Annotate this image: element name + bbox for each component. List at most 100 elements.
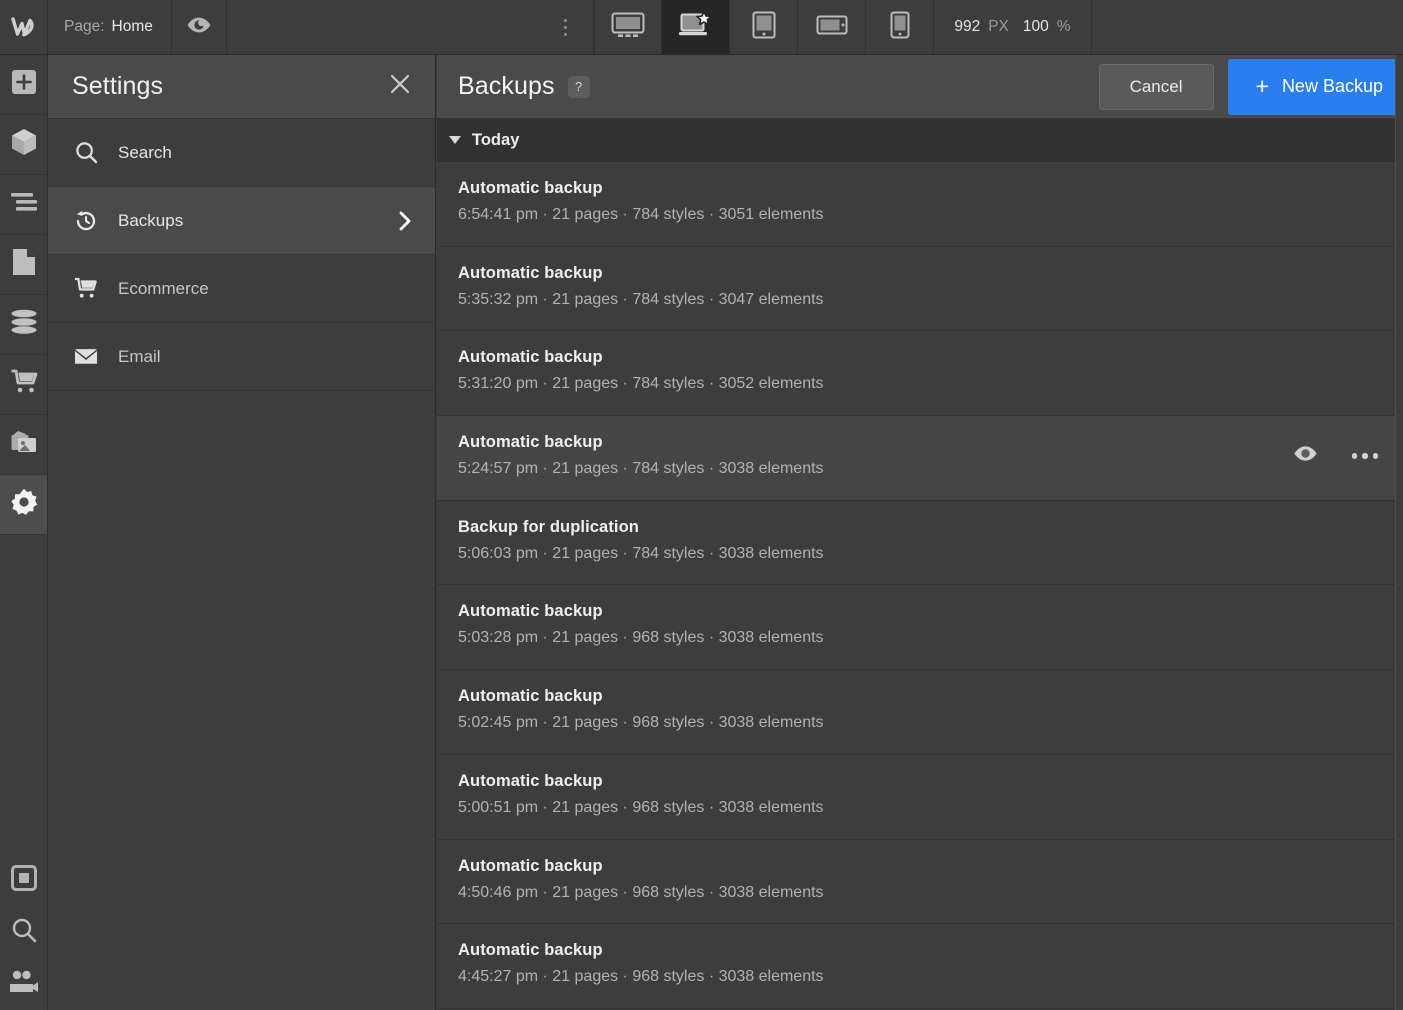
sidebar-item-label: Search	[118, 143, 415, 163]
cancel-button[interactable]: Cancel	[1099, 64, 1214, 110]
rail-item-pages[interactable]	[0, 235, 47, 295]
backup-item-text: Automatic backup 6:54:41 pm · 21 pages ·…	[458, 179, 1403, 224]
breakpoint-tablet-landscape[interactable]	[798, 0, 866, 54]
breakpoint-tablet-portrait[interactable]	[730, 0, 798, 54]
sidebar-item-label: Email	[118, 347, 415, 367]
rail-item-settings[interactable]	[0, 475, 47, 535]
sidebar-item-label: Ecommerce	[118, 279, 415, 299]
backup-meta: 4:50:46 pm · 21 pages · 968 styles · 303…	[458, 884, 1403, 902]
ellipsis-icon	[1352, 453, 1379, 459]
magnifier-icon	[11, 917, 37, 948]
backup-group-label: Today	[472, 131, 519, 150]
shopping-cart-icon	[10, 369, 38, 400]
page-indicator[interactable]: Page: Home	[48, 0, 172, 54]
page-title: Settings	[72, 72, 385, 101]
preview-backup-button[interactable]	[1293, 444, 1317, 468]
eye-icon	[186, 16, 212, 39]
backups-list[interactable]: Automatic backup 6:54:41 pm · 21 pages ·…	[437, 162, 1403, 1010]
backup-name: Automatic backup	[458, 179, 1403, 198]
breakpoint-laptop[interactable]	[662, 0, 730, 54]
rail-item-collaborators[interactable]	[0, 958, 47, 1010]
backup-list-item[interactable]: Automatic backup 6:54:41 pm · 21 pages ·…	[437, 162, 1403, 247]
document-page-icon	[12, 248, 36, 281]
plus-square-icon	[11, 69, 37, 100]
backup-list-item[interactable]: Automatic backup 5:03:28 pm · 21 pages ·…	[437, 585, 1403, 670]
backup-meta: 5:35:32 pm · 21 pages · 784 styles · 304…	[458, 291, 1403, 309]
backup-item-text: Automatic backup 5:03:28 pm · 21 pages ·…	[458, 602, 1403, 647]
zoom-value: 100	[1023, 18, 1049, 36]
backup-list-item[interactable]: Automatic backup 4:45:27 pm · 21 pages ·…	[437, 924, 1403, 1009]
database-icon	[10, 309, 38, 340]
breakpoint-mobile[interactable]	[866, 0, 934, 54]
backup-list-item[interactable]: Automatic backup 5:00:51 pm · 21 pages ·…	[437, 755, 1403, 840]
preview-toggle-button[interactable]	[172, 0, 227, 54]
laptop-star-icon	[678, 11, 714, 44]
backup-list-item[interactable]: Backup for duplication 5:06:03 pm · 21 p…	[437, 501, 1403, 586]
mobile-phone-icon	[889, 11, 911, 44]
new-backup-label: New Backup	[1282, 76, 1383, 97]
settings-panel: Settings Search	[48, 55, 436, 1010]
backup-meta: 5:06:03 pm · 21 pages · 784 styles · 303…	[458, 545, 1403, 563]
envelope-icon	[74, 347, 98, 366]
new-backup-button[interactable]: + New Backup	[1228, 59, 1403, 115]
backup-name: Automatic backup	[458, 857, 1403, 876]
rail-item-ecommerce[interactable]	[0, 355, 47, 415]
sidebar-item-backups[interactable]: Backups	[48, 187, 435, 255]
rail-item-components[interactable]	[0, 115, 47, 175]
backup-list-item[interactable]: Automatic backup 5:31:20 pm · 21 pages ·…	[437, 331, 1403, 416]
sidebar-item-search[interactable]: Search	[48, 119, 435, 187]
eye-icon	[1293, 445, 1318, 467]
toolbar-right-spacer	[1092, 0, 1403, 54]
backup-item-text: Automatic backup 5:24:57 pm · 21 pages ·…	[458, 433, 1293, 478]
rail-item-add-elements[interactable]	[0, 55, 47, 115]
backup-more-button[interactable]	[1353, 444, 1377, 468]
help-icon[interactable]: ?	[568, 76, 590, 98]
webflow-logo-button[interactable]	[0, 0, 48, 54]
rail-item-canvas-frame[interactable]	[0, 854, 47, 906]
viewport-width-value: 992	[954, 18, 980, 36]
sidebar-item-ecommerce[interactable]: Ecommerce	[48, 255, 435, 323]
search-icon	[74, 141, 98, 164]
backup-list-item[interactable]: Automatic backup 5:35:32 pm · 21 pages ·…	[437, 247, 1403, 332]
backup-group-today[interactable]: Today	[437, 119, 1403, 162]
backup-name: Automatic backup	[458, 941, 1403, 960]
backup-meta: 6:54:41 pm · 21 pages · 784 styles · 305…	[458, 206, 1403, 224]
images-icon	[10, 430, 38, 459]
backup-item-text: Automatic backup 4:45:27 pm · 21 pages ·…	[458, 941, 1403, 986]
viewport-zoom-control[interactable]: 992 PX 100 %	[934, 0, 1091, 54]
backup-list-item[interactable]: Automatic backup 5:02:45 pm · 21 pages ·…	[437, 670, 1403, 755]
tablet-portrait-icon	[750, 11, 778, 44]
breakpoint-desktop[interactable]	[594, 0, 662, 54]
viewport-width-unit: PX	[988, 18, 1009, 36]
triangle-down-icon	[449, 136, 461, 144]
backup-item-text: Automatic backup 5:02:45 pm · 21 pages ·…	[458, 687, 1403, 732]
backup-list-item[interactable]: Automatic backup 5:24:57 pm · 21 pages ·…	[437, 416, 1403, 501]
backup-name: Automatic backup	[458, 687, 1403, 706]
square-in-square-icon	[11, 865, 37, 896]
sidebar-item-email[interactable]: Email	[48, 323, 435, 391]
rail-item-assets[interactable]	[0, 415, 47, 475]
rail-item-navigator[interactable]	[0, 175, 47, 235]
close-settings-button[interactable]	[385, 72, 415, 102]
rail-item-cms[interactable]	[0, 295, 47, 355]
desktop-monitor-icon	[611, 12, 645, 43]
sidebar-item-label: Backups	[118, 211, 375, 231]
rail-item-search[interactable]	[0, 906, 47, 958]
webflow-designer-window: Page: Home	[0, 0, 1403, 1010]
plus-icon: +	[1256, 75, 1269, 98]
top-toolbar: Page: Home	[0, 0, 1403, 55]
backup-name: Automatic backup	[458, 772, 1403, 791]
settings-panel-header: Settings	[48, 55, 435, 119]
chevron-right-icon	[395, 211, 415, 231]
webflow-w-logo	[11, 17, 37, 37]
backup-name: Automatic backup	[458, 264, 1403, 283]
toolbar-more-button[interactable]	[538, 0, 594, 54]
shopping-cart-icon	[74, 277, 98, 300]
page-label: Page:	[64, 18, 105, 36]
tablet-landscape-icon	[816, 13, 848, 42]
backup-clock-icon	[74, 209, 98, 233]
backup-item-text: Automatic backup 5:00:51 pm · 21 pages ·…	[458, 772, 1403, 817]
backups-header-actions: Cancel + New Backup	[1099, 55, 1403, 118]
left-icon-rail	[0, 55, 48, 1010]
backup-list-item[interactable]: Automatic backup 4:50:46 pm · 21 pages ·…	[437, 840, 1403, 925]
